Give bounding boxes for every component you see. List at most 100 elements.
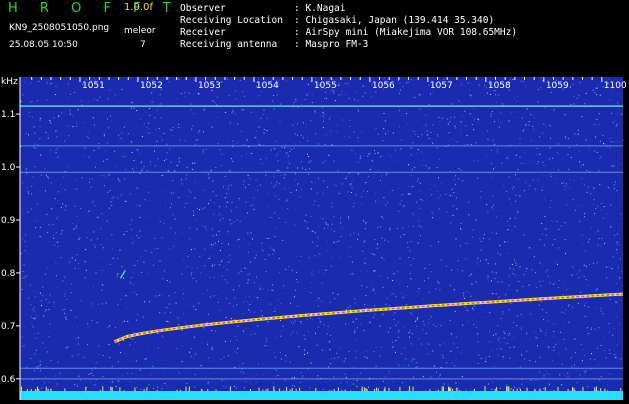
noise-speckle bbox=[73, 204, 74, 205]
noise-speckle bbox=[107, 221, 108, 222]
noise-speckle bbox=[462, 229, 463, 230]
noise-speckle bbox=[603, 143, 604, 144]
noise-speckle bbox=[226, 197, 227, 198]
noise-speckle bbox=[146, 318, 147, 319]
noise-speckle bbox=[37, 315, 38, 316]
noise-speckle bbox=[377, 244, 378, 245]
noise-speckle bbox=[220, 359, 221, 360]
noise-speckle bbox=[112, 366, 113, 367]
noise-speckle bbox=[94, 125, 95, 126]
noise-speckle bbox=[249, 178, 250, 179]
noise-speckle bbox=[334, 216, 335, 217]
noise-speckle bbox=[345, 178, 346, 179]
noise-speckle bbox=[559, 353, 560, 354]
noise-speckle bbox=[186, 203, 187, 204]
noise-speckle bbox=[602, 203, 603, 204]
noise-speckle bbox=[409, 332, 410, 333]
noise-speckle bbox=[429, 264, 430, 265]
noise-speckle bbox=[228, 189, 229, 190]
noise-speckle bbox=[123, 190, 124, 191]
noise-speckle bbox=[614, 354, 615, 355]
noise-speckle bbox=[526, 366, 527, 367]
noise-speckle bbox=[432, 143, 433, 144]
noise-speckle bbox=[222, 215, 223, 216]
noise-speckle bbox=[235, 114, 236, 115]
noise-speckle bbox=[543, 280, 544, 281]
noise-speckle bbox=[539, 281, 540, 282]
noise-speckle bbox=[407, 242, 408, 243]
noise-speckle bbox=[350, 126, 351, 127]
noise-speckle bbox=[196, 229, 197, 230]
noise-speckle bbox=[239, 285, 240, 286]
noise-speckle bbox=[107, 98, 108, 99]
noise-speckle bbox=[595, 329, 596, 330]
noise-speckle bbox=[223, 267, 224, 268]
noise-speckle bbox=[164, 373, 165, 374]
noise-speckle bbox=[147, 200, 148, 201]
noise-speckle bbox=[620, 114, 621, 115]
noise-speckle bbox=[249, 304, 250, 305]
noise-speckle bbox=[172, 180, 173, 181]
noise-speckle bbox=[424, 132, 425, 133]
noise-speckle bbox=[189, 190, 190, 191]
noise-speckle bbox=[473, 197, 474, 198]
noise-speckle bbox=[368, 176, 369, 177]
noise-speckle bbox=[597, 152, 598, 153]
noise-speckle bbox=[130, 193, 131, 194]
noise-speckle bbox=[492, 177, 493, 178]
noise-speckle bbox=[81, 300, 82, 301]
noise-speckle bbox=[402, 297, 403, 298]
noise-speckle bbox=[446, 266, 447, 267]
noise-speckle bbox=[614, 235, 615, 236]
noise-speckle bbox=[259, 78, 260, 79]
noise-speckle bbox=[76, 179, 77, 180]
noise-speckle bbox=[130, 381, 131, 382]
noise-speckle bbox=[399, 93, 400, 94]
noise-speckle bbox=[533, 129, 534, 130]
noise-speckle bbox=[526, 351, 527, 352]
noise-speckle bbox=[257, 96, 258, 97]
noise-speckle bbox=[595, 92, 596, 93]
noise-speckle bbox=[315, 78, 316, 79]
noise-speckle bbox=[414, 167, 415, 168]
noise-speckle bbox=[212, 381, 213, 382]
noise-speckle bbox=[358, 234, 359, 235]
noise-speckle bbox=[45, 176, 46, 177]
noise-speckle bbox=[308, 332, 309, 333]
noise-speckle bbox=[44, 217, 45, 218]
noise-speckle bbox=[353, 206, 354, 207]
noise-speckle bbox=[589, 333, 590, 334]
noise-speckle bbox=[323, 180, 324, 181]
noise-speckle bbox=[365, 369, 366, 370]
noise-speckle bbox=[186, 166, 187, 167]
noise-speckle bbox=[501, 113, 502, 114]
noise-speckle bbox=[45, 187, 46, 188]
noise-speckle bbox=[426, 333, 427, 334]
noise-speckle bbox=[578, 277, 579, 278]
noise-speckle bbox=[104, 175, 105, 176]
noise-speckle bbox=[66, 348, 67, 349]
noise-speckle bbox=[114, 151, 115, 152]
noise-speckle bbox=[78, 109, 79, 110]
noise-speckle bbox=[509, 309, 510, 310]
noise-speckle bbox=[297, 135, 298, 136]
noise-speckle bbox=[429, 138, 430, 139]
noise-speckle bbox=[264, 110, 265, 111]
noise-speckle bbox=[222, 243, 223, 244]
noise-speckle bbox=[413, 162, 414, 163]
noise-speckle bbox=[412, 333, 413, 334]
noise-speckle bbox=[162, 336, 163, 337]
noise-speckle bbox=[414, 215, 415, 216]
noise-speckle bbox=[205, 159, 206, 160]
noise-speckle bbox=[27, 187, 28, 188]
noise-speckle bbox=[177, 98, 178, 99]
noise-speckle bbox=[44, 168, 45, 169]
noise-speckle bbox=[517, 316, 518, 317]
noise-speckle bbox=[217, 117, 218, 118]
noise-speckle bbox=[294, 148, 295, 149]
noise-speckle bbox=[247, 126, 248, 127]
noise-speckle bbox=[279, 199, 280, 200]
noise-speckle bbox=[204, 207, 205, 208]
noise-speckle bbox=[118, 135, 119, 136]
noise-speckle bbox=[443, 357, 444, 358]
